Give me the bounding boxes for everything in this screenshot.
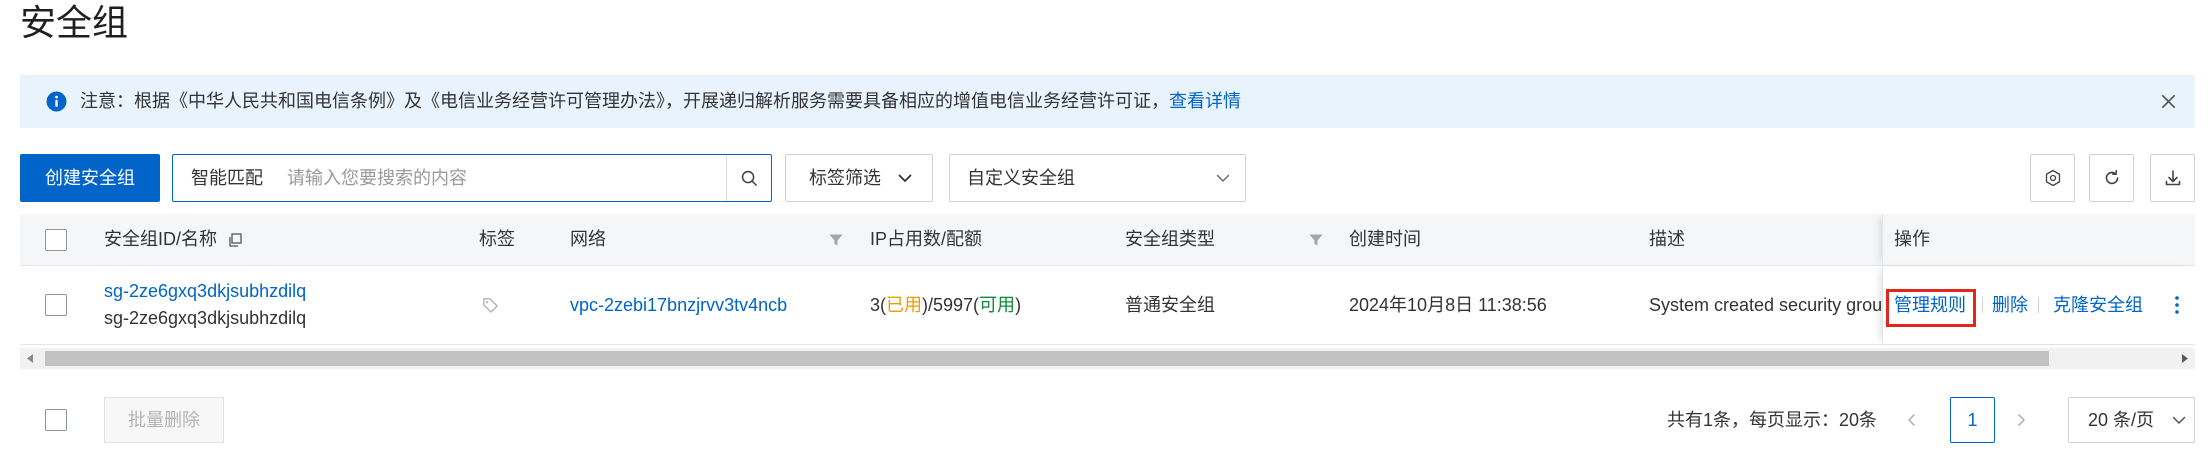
filter-icon[interactable]: [1308, 232, 1324, 248]
chevron-down-icon: [896, 169, 914, 187]
chevron-right-icon[interactable]: [2012, 411, 2030, 429]
page-size-label: 20 条/页: [2088, 410, 2155, 430]
search-icon: [740, 169, 759, 188]
table-row: sg-2ze6gxq3dkjsubhzdilq sg-2ze6gxq3dkjsu…: [20, 266, 2195, 345]
page-size-select[interactable]: 20 条/页: [2068, 397, 2195, 443]
more-vertical-icon[interactable]: [2173, 295, 2181, 315]
page-title: 安全组: [20, 2, 129, 43]
security-group-filter-select[interactable]: 自定义安全组: [949, 154, 1246, 202]
security-group-name: sg-2ze6gxq3dkjsubhzdilq: [104, 308, 307, 328]
column-header-network: 网络: [570, 229, 606, 249]
refresh-button[interactable]: [2089, 154, 2134, 202]
action-divider: [1982, 297, 1983, 313]
column-header-type: 安全组类型: [1125, 229, 1215, 249]
ip-available-label: 可用: [979, 295, 1016, 315]
delete-link[interactable]: 删除: [1992, 266, 2028, 344]
actions-column-header: 操作: [1882, 214, 2195, 265]
horizontal-scrollbar[interactable]: [20, 348, 2195, 369]
action-divider: [2038, 297, 2039, 313]
scrollbar-thumb[interactable]: [45, 351, 2049, 366]
create-security-group-button[interactable]: 创建安全组: [20, 154, 160, 202]
column-header-tags: 标签: [479, 229, 515, 249]
download-button[interactable]: [2150, 154, 2195, 202]
search-input[interactable]: [273, 155, 726, 201]
settings-icon: [2043, 168, 2063, 188]
chevron-down-icon: [1214, 169, 1232, 187]
tag-filter-label: 标签筛选: [809, 168, 881, 188]
security-group-type: 普通安全组: [1125, 295, 1215, 315]
scroll-left-icon[interactable]: [24, 353, 36, 364]
select-all-checkbox[interactable]: [45, 229, 67, 251]
column-header-id-name: 安全组ID/名称: [104, 229, 218, 249]
settings-button[interactable]: [2030, 154, 2075, 202]
chevron-left-icon[interactable]: [1903, 411, 1921, 429]
actions-cell: 管理规则 删除 克隆安全组: [1882, 266, 2195, 344]
notice-banner: 注意：根据《中华人民共和国电信条例》及《电信业务经营许可管理办法》，开展递归解析…: [20, 75, 2195, 128]
footer-select-all-checkbox[interactable]: [45, 409, 67, 431]
search-button[interactable]: [726, 155, 771, 201]
tag-filter-select[interactable]: 标签筛选: [785, 154, 933, 202]
group-filter-label: 自定义安全组: [967, 168, 1075, 188]
created-at: 2024年10月8日 11:38:56: [1349, 295, 1547, 315]
filter-icon[interactable]: [828, 232, 844, 248]
tag-icon[interactable]: [481, 296, 500, 315]
notice-details-link[interactable]: 查看详情: [1169, 91, 1241, 111]
column-header-created-at: 创建时间: [1349, 229, 1421, 249]
vpc-link[interactable]: vpc-2zebi17bnzjrvv3tv4ncb: [570, 266, 787, 344]
refresh-icon: [2102, 168, 2122, 188]
download-icon: [2163, 168, 2183, 188]
clone-security-group-link[interactable]: 克隆安全组: [2053, 266, 2143, 344]
info-icon: [46, 91, 67, 112]
security-group-table: 安全组ID/名称 标签 网络 IP占用数/配额 安全组类型 创建时间 描述 操作…: [20, 214, 2195, 345]
close-icon[interactable]: [2159, 92, 2178, 111]
row-checkbox[interactable]: [45, 294, 67, 316]
description: System created security group: [1649, 295, 1893, 315]
pagination-summary: 共有1条，每页显示：20条: [1667, 410, 1878, 430]
ip-usage: 3(已用)/5997(可用): [870, 266, 1021, 344]
notice-text: 注意：根据《中华人民共和国电信条例》及《电信业务经营许可管理办法》，开展递归解析…: [80, 91, 1169, 111]
copy-icon[interactable]: [227, 232, 243, 248]
security-group-id-link[interactable]: sg-2ze6gxq3dkjsubhzdilq: [104, 278, 306, 305]
column-header-ip-usage: IP占用数/配额: [870, 229, 983, 249]
column-header-description: 描述: [1649, 229, 1685, 249]
ip-used-count: 3(: [870, 295, 887, 315]
id-name-cell: sg-2ze6gxq3dkjsubhzdilq sg-2ze6gxq3dkjsu…: [104, 278, 306, 332]
ip-used-label: 已用: [886, 295, 923, 315]
column-header-actions: 操作: [1894, 229, 1930, 249]
notice-message: 注意：根据《中华人民共和国电信条例》及《电信业务经营许可管理办法》，开展递归解析…: [80, 75, 1241, 128]
ip-quota-count: )/5997(: [922, 295, 980, 315]
scroll-right-icon[interactable]: [2179, 353, 2191, 364]
search-mode-select[interactable]: 智能匹配: [173, 155, 273, 201]
batch-delete-button[interactable]: 批量删除: [104, 397, 224, 443]
table-header: 安全组ID/名称 标签 网络 IP占用数/配额 安全组类型 创建时间 描述 操作: [20, 214, 2195, 266]
chevron-down-icon: [2170, 411, 2188, 429]
manage-rules-link[interactable]: 管理规则: [1894, 266, 1966, 344]
current-page-button[interactable]: 1: [1950, 397, 1995, 443]
ip-usage-end: ): [1015, 295, 1022, 315]
search-box: 智能匹配: [172, 154, 772, 202]
